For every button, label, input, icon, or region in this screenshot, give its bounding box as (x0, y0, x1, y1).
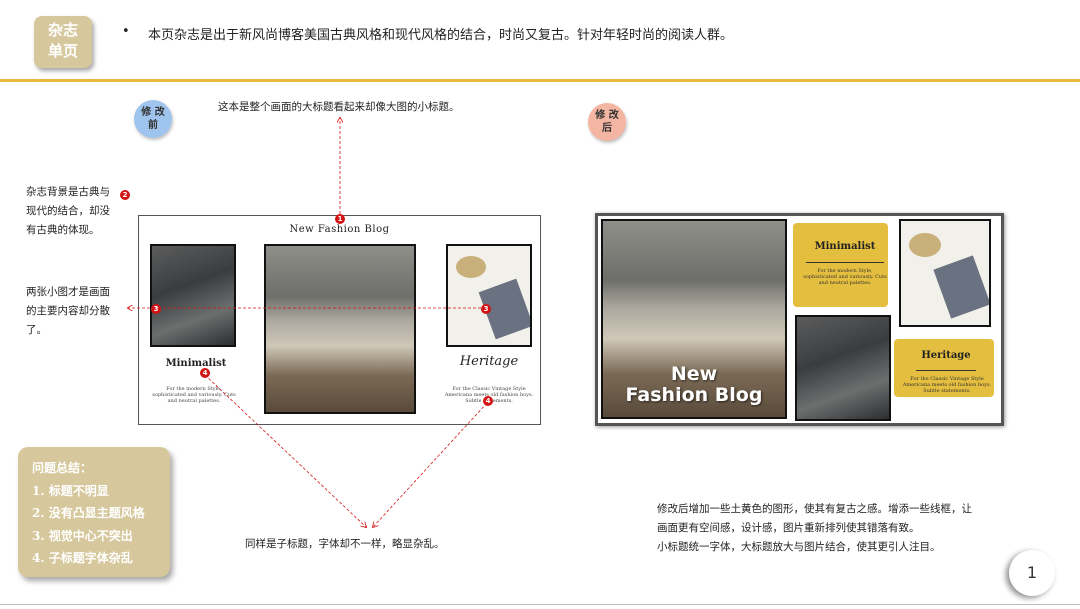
summary-item: 2. 没有凸显主题风格 (32, 506, 145, 520)
after-blog-title-line2: Fashion Blog (625, 384, 763, 406)
after-dark-photo (795, 315, 891, 421)
left-subtitle-arrow (204, 374, 366, 527)
bag-shape (933, 255, 989, 319)
after-notes: 修改后增加一些土黄色的图形，使其有复古之感。增添一些线框，让 画面更有空间感，设… (657, 500, 972, 557)
summary-title: 问题总结： (32, 461, 93, 475)
after-flat-photo (899, 219, 991, 327)
problem-summary: 问题总结： 1. 标题不明显 2. 没有凸显主题风格 3. 视觉中心不突出 4.… (18, 447, 170, 577)
after-heritage-heading: Heritage (921, 350, 971, 361)
after-magazine-page: New Fashion Blog Minimalist For the mode… (595, 213, 1004, 426)
footer-divider (0, 604, 1080, 605)
minimalist-rule (806, 262, 884, 263)
after-note-line: 修改后增加一些土黄色的图形，使其有复古之感。增添一些线框，让 (657, 503, 972, 515)
after-minimalist-body: For the modern Style, sophisticated and … (803, 268, 887, 286)
page-number: 1 (1009, 550, 1055, 596)
after-blog-title-line1: New (670, 363, 718, 385)
after-note-line: 画面更有空间感，设计感，图片重新排列使其错落有致。 (657, 522, 920, 534)
after-minimalist-heading: Minimalist (814, 241, 876, 252)
after-heritage-body: For the Classic Vintage Style Americana … (902, 376, 992, 394)
after-note-line: 小标题统一字体，大标题放大与图片结合，使其更引人注目。 (657, 541, 941, 553)
summary-item: 1. 标题不明显 (32, 483, 109, 498)
hat-shape (909, 233, 941, 257)
after-blog-title: New Fashion Blog (598, 364, 790, 406)
summary-item: 3. 视觉中心不突出 (32, 528, 133, 543)
summary-item: 4. 子标题字体杂乱 (32, 551, 133, 565)
right-subtitle-arrow (373, 402, 488, 527)
heritage-rule (916, 370, 976, 371)
minimalist-brush (793, 223, 888, 307)
